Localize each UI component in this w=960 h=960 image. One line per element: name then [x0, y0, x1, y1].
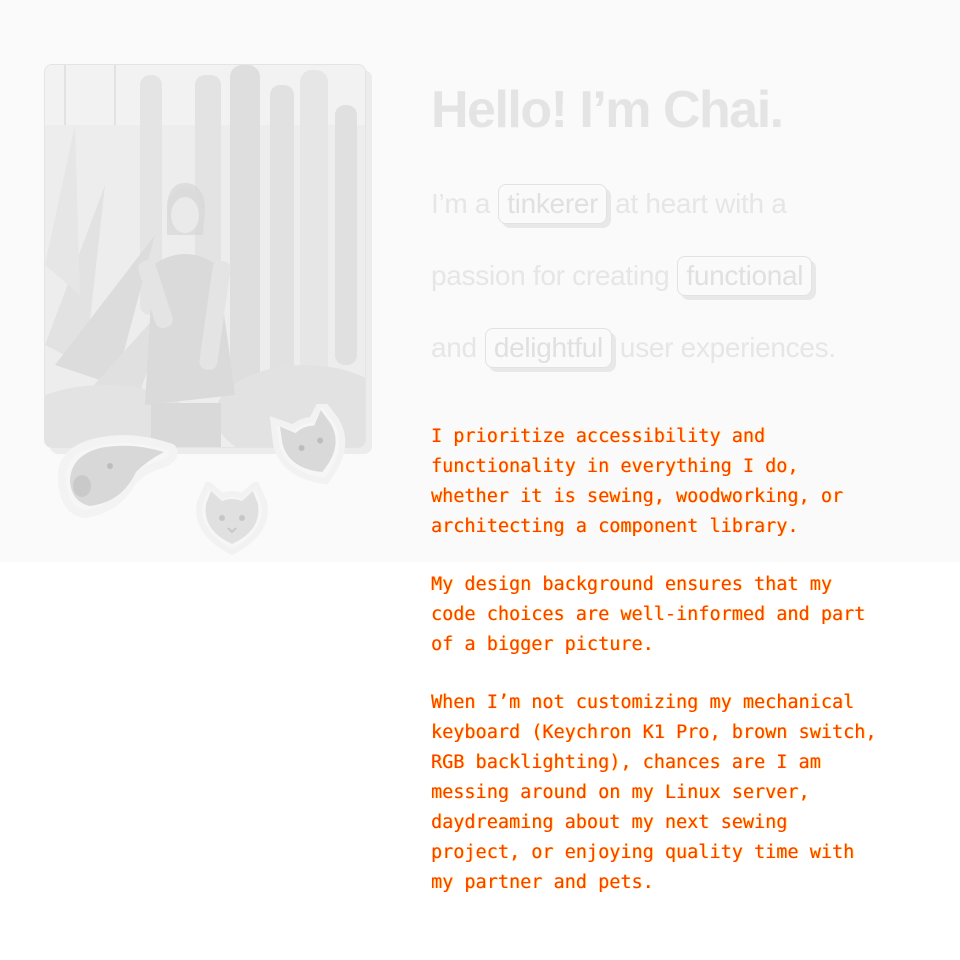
- intro-text: passion for creating: [431, 260, 670, 291]
- keyword-chip-delightful: delightful: [484, 328, 612, 368]
- keyword-chip-functional: functional: [677, 256, 813, 296]
- page-title: Hello! I’m Chai.: [431, 81, 784, 139]
- intro-text: user experiences.: [619, 332, 836, 363]
- about-paragraph: I prioritize accessibility and functiona…: [431, 426, 844, 537]
- about-text: I prioritize accessibility and functiona…: [431, 422, 931, 926]
- portrait-photo-card: [44, 64, 372, 454]
- about-paragraph: When I’m not customizing my mechanical k…: [431, 692, 877, 893]
- intro-line-1: I’m a tinkerer at heart with a: [431, 180, 931, 252]
- intro-text: and: [431, 332, 477, 363]
- cat-sticker-icon: [270, 404, 346, 485]
- intro-text: I’m a: [431, 188, 491, 219]
- intro-line-2: passion for creating functional: [431, 252, 931, 324]
- intro-line-3: and delightful user experiences.: [431, 324, 931, 396]
- intro-text: at heart with a: [615, 188, 787, 219]
- cat-sticker-icon: [196, 482, 268, 556]
- keyword-chip-tinkerer: tinkerer: [498, 184, 608, 224]
- about-paragraph: My design background ensures that my cod…: [431, 574, 866, 655]
- intro-statement: I’m a tinkerer at heart with a passion f…: [431, 180, 931, 396]
- portrait-photo: [44, 64, 366, 448]
- dog-sticker-icon: [57, 435, 178, 519]
